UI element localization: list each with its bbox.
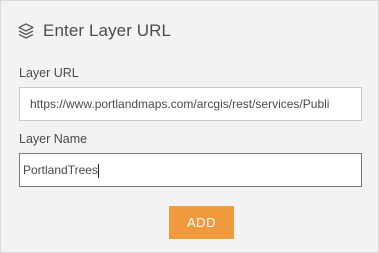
layer-url-value: https://www.portlandmaps.com/arcgis/rest… [30, 97, 330, 111]
text-caret [97, 163, 99, 178]
add-button[interactable]: ADD [169, 206, 234, 239]
layer-url-input[interactable]: https://www.portlandmaps.com/arcgis/rest… [19, 87, 362, 121]
add-layer-panel: Enter Layer URL Layer URL https://www.po… [0, 0, 379, 253]
layer-name-input[interactable]: PortlandTrees [19, 153, 362, 187]
layers-icon [17, 22, 35, 40]
panel-header: Enter Layer URL [17, 20, 171, 42]
layer-name-label: Layer Name [19, 132, 88, 146]
panel-title: Enter Layer URL [43, 21, 172, 40]
layer-url-label: Layer URL [19, 66, 79, 80]
layer-name-value: PortlandTrees [23, 163, 98, 177]
